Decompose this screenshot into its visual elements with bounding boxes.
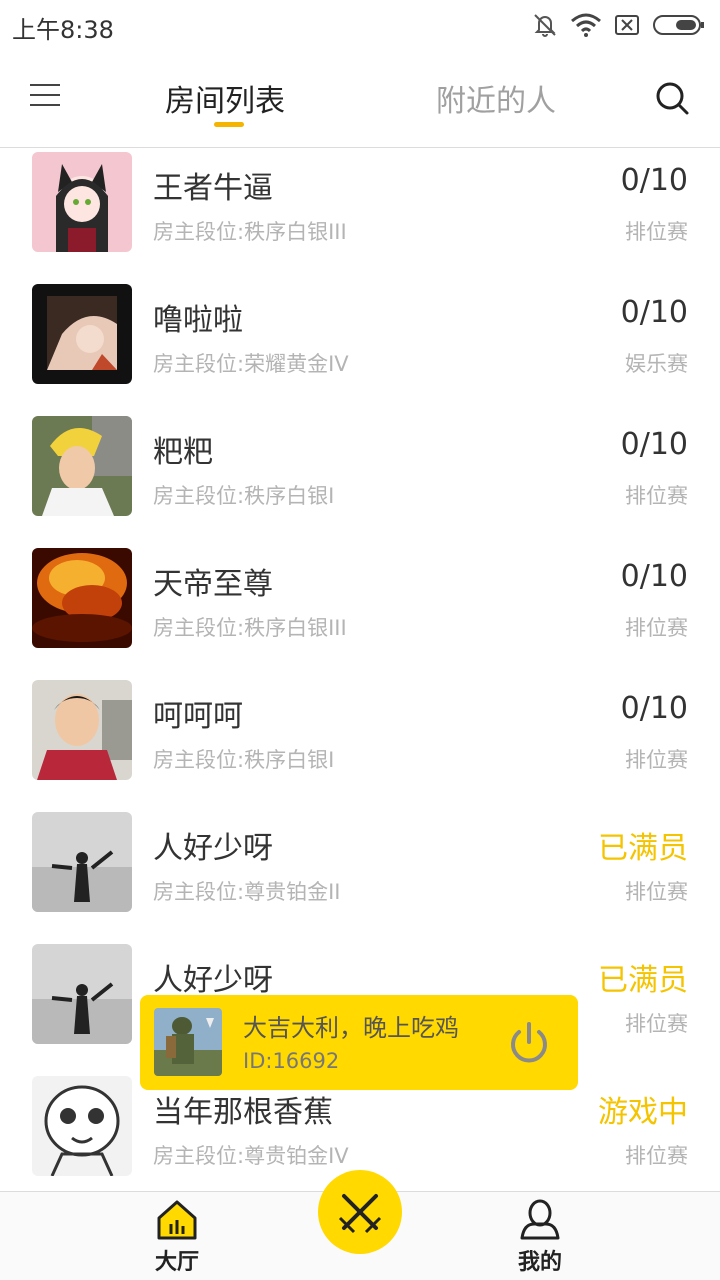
- room-name: 王者牛逼: [153, 171, 273, 206]
- room-owner-rank: 房主段位:秩序白银I: [153, 748, 335, 772]
- game-thumbnail: [154, 1008, 222, 1076]
- room-match-type: 排位赛: [625, 1012, 688, 1036]
- room-owner-rank: 房主段位:荣耀黄金IV: [153, 352, 349, 376]
- room-player-count: 0/10: [620, 691, 688, 726]
- user-icon: [520, 1199, 560, 1240]
- room-row[interactable]: 王者牛逼 房主段位:秩序白银III 0/10 排位赛: [0, 149, 720, 281]
- tab-nearby-people[interactable]: 附近的人: [436, 76, 556, 120]
- room-match-type: 排位赛: [625, 484, 688, 508]
- status-bar: 上午8:38: [0, 0, 720, 50]
- room-status: 游戏中: [598, 1095, 688, 1130]
- room-name: 粑粑: [153, 435, 213, 470]
- nav-mine[interactable]: 我的: [490, 1192, 590, 1276]
- status-time: 上午8:38: [12, 16, 114, 44]
- room-name: 人好少呀: [153, 831, 273, 866]
- room-row[interactable]: 人好少呀 房主段位:尊贵铂金II 已满员 排位赛: [0, 809, 720, 941]
- avatar: [32, 548, 132, 648]
- room-name: 当年那根香蕉: [153, 1095, 333, 1130]
- room-player-count: 已满员: [598, 963, 688, 998]
- current-game-card[interactable]: 大吉大利，晚上吃鸡 ID:16692: [140, 995, 578, 1090]
- home-icon: [157, 1200, 197, 1240]
- nav-label: 大厅: [154, 1250, 199, 1275]
- room-player-count: 0/10: [620, 427, 688, 462]
- room-match-type: 排位赛: [625, 748, 688, 772]
- room-match-type: 娱乐赛: [625, 352, 688, 376]
- room-name: 天帝至尊: [153, 567, 273, 602]
- room-name: 人好少呀: [153, 963, 273, 998]
- avatar: [32, 944, 132, 1044]
- room-player-count: 已满员: [598, 831, 688, 866]
- room-name: 噜啦啦: [153, 303, 243, 338]
- avatar: [32, 284, 132, 384]
- game-title: 大吉大利，晚上吃鸡: [243, 1014, 459, 1042]
- room-name: 呵呵呵: [153, 699, 243, 734]
- sim-x-icon: [615, 15, 639, 35]
- avatar: [32, 812, 132, 912]
- avatar: [32, 152, 132, 252]
- room-player-count: 0/10: [620, 295, 688, 330]
- menu-icon[interactable]: [30, 84, 60, 114]
- search-icon[interactable]: [654, 80, 690, 116]
- nav-label: 我的: [517, 1250, 562, 1275]
- room-owner-rank: 房主段位:秩序白银III: [153, 220, 347, 244]
- room-player-count: 0/10: [620, 559, 688, 594]
- crossed-swords-icon: [338, 1194, 382, 1234]
- nav-hall[interactable]: 大厅: [127, 1192, 227, 1276]
- game-id: ID:16692: [243, 1049, 340, 1073]
- room-match-type: 排位赛: [625, 1144, 688, 1168]
- room-player-count: 0/10: [620, 163, 688, 198]
- wifi-icon: [571, 13, 601, 37]
- tab-indicator: [214, 122, 244, 127]
- avatar: [32, 1076, 132, 1176]
- room-owner-rank: 房主段位:秩序白银III: [153, 616, 347, 640]
- room-row[interactable]: 粑粑 房主段位:秩序白银I 0/10 排位赛: [0, 413, 720, 545]
- room-owner-rank: 房主段位:尊贵铂金IV: [153, 1144, 349, 1168]
- room-match-type: 排位赛: [625, 220, 688, 244]
- room-owner-rank: 房主段位:秩序白银I: [153, 484, 335, 508]
- avatar: [32, 680, 132, 780]
- room-row[interactable]: 噜啦啦 房主段位:荣耀黄金IV 0/10 娱乐赛: [0, 281, 720, 413]
- tab-room-list[interactable]: 房间列表: [165, 76, 285, 120]
- battery-icon: [653, 15, 704, 35]
- avatar: [32, 416, 132, 516]
- room-row[interactable]: 天帝至尊 房主段位:秩序白银III 0/10 排位赛: [0, 545, 720, 677]
- room-row[interactable]: 呵呵呵 房主段位:秩序白银I 0/10 排位赛: [0, 677, 720, 809]
- center-match-button[interactable]: [318, 1170, 402, 1254]
- power-icon[interactable]: [506, 1020, 552, 1066]
- room-owner-rank: 房主段位:尊贵铂金II: [153, 880, 341, 904]
- room-match-type: 排位赛: [625, 616, 688, 640]
- bell-muted-icon: [534, 14, 556, 37]
- top-header: 房间列表 附近的人: [0, 50, 720, 148]
- room-match-type: 排位赛: [625, 880, 688, 904]
